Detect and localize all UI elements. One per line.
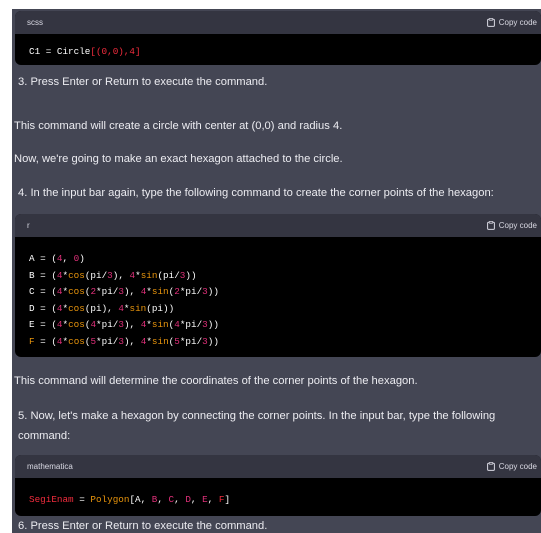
code-token: sin — [129, 302, 147, 314]
circle-explanation: This command will create a circle with c… — [14, 120, 343, 132]
code-token: *pi/ — [179, 335, 203, 347]
code-token: )) — [185, 269, 197, 281]
code-token: B = ( — [29, 269, 57, 281]
code-token: [(0,0),4] — [90, 46, 141, 57]
code-token: , — [207, 494, 219, 505]
copy-code-label: Copy code — [498, 18, 537, 27]
step-6-text: 6. Press Enter or Return to execute the … — [18, 520, 268, 532]
code-token: cos — [68, 335, 85, 347]
code-token: Polygon — [90, 494, 130, 505]
coordinates-explanation: This command will determine the coordina… — [14, 375, 418, 387]
code-line: D = (4*cos(pi), 4*sin(pi)) — [29, 301, 541, 318]
code-token: (pi/ — [84, 269, 108, 281]
code-content: SegiEnam = Polygon[A, B, C, D, E, F] — [15, 478, 541, 509]
copy-code-button[interactable]: Copy code — [486, 462, 541, 471]
code-line: A = (4, 0) — [29, 251, 541, 268]
code-token: *pi/ — [179, 319, 203, 331]
code-token: sin — [151, 286, 169, 298]
code-token: ), — [123, 335, 141, 347]
code-line: F = (4*cos(5*pi/3), 4*sin(5*pi/3)) — [29, 334, 541, 351]
code-token: )) — [207, 319, 219, 331]
code-block-header: r Copy code — [15, 214, 541, 237]
code-language-label: r — [27, 221, 30, 230]
code-token: cos — [68, 286, 85, 298]
copy-code-button[interactable]: Copy code — [486, 221, 541, 230]
code-token: sin — [151, 335, 169, 347]
code-token: *pi/ — [96, 286, 119, 298]
clipboard-icon — [486, 18, 495, 27]
step-3-text: 3. Press Enter or Return to execute the … — [18, 76, 268, 88]
code-token: SegiEnam — [29, 494, 74, 505]
code-token: cos — [68, 302, 85, 314]
code-token: , — [157, 494, 169, 505]
code-token: *pi/ — [179, 286, 203, 298]
code-token: ), — [123, 319, 141, 331]
code-token: ) — [79, 253, 85, 264]
hexagon-intro-text: Now, we're going to make an exact hexago… — [14, 153, 343, 165]
code-token: ] — [224, 494, 231, 505]
code-token: C = ( — [29, 286, 57, 298]
code-line: C1 = Circle[(0,0),4] — [29, 44, 541, 61]
code-line: B = (4*cos(pi/3), 4*sin(pi/3)) — [29, 268, 541, 285]
copy-code-label: Copy code — [498, 462, 537, 471]
step-4-text: 4. In the input bar again, type the foll… — [18, 187, 494, 199]
code-token: E = ( — [29, 319, 57, 331]
code-block-r: r Copy code A = (4, 0) B = (4*cos(pi/3), … — [15, 214, 541, 357]
code-content: A = (4, 0) B = (4*cos(pi/3), 4*sin(pi/3))… — [15, 237, 541, 351]
code-token: (pi/ — [157, 269, 180, 281]
code-token: cos — [68, 319, 85, 331]
code-token: sin — [140, 269, 158, 281]
code-token: = — [73, 494, 91, 505]
code-token: cos — [68, 269, 85, 281]
code-token: , — [174, 494, 186, 505]
code-block-header: mathematica Copy code — [15, 455, 541, 478]
code-block-header: scss Copy code — [15, 11, 541, 34]
code-token: (pi), — [84, 302, 119, 314]
code-token: sin — [151, 319, 169, 331]
clipboard-icon — [486, 462, 495, 471]
code-line: C = (4*cos(2*pi/3), 4*sin(2*pi/3)) — [29, 284, 541, 301]
code-token: ), — [123, 286, 141, 298]
code-token: *pi/ — [96, 335, 119, 347]
code-block-scss: scss Copy code C1 = Circle[(0,0),4] — [15, 11, 541, 65]
step-5-text: 5. Now, let's make a hexagon by connecti… — [18, 410, 496, 442]
code-content: C1 = Circle[(0,0),4] — [15, 34, 541, 61]
code-token: *pi/ — [96, 319, 119, 331]
clipboard-icon — [486, 221, 495, 230]
copy-code-label: Copy code — [498, 221, 537, 230]
code-token: A = ( — [29, 253, 57, 264]
code-token: , — [62, 253, 74, 264]
code-token: D = ( — [29, 302, 57, 314]
code-token: = ( — [34, 335, 57, 347]
code-token: [A, — [129, 494, 152, 505]
code-token: )) — [207, 286, 219, 298]
code-language-label: scss — [27, 18, 43, 27]
code-token: )) — [207, 335, 219, 347]
code-token: , — [190, 494, 203, 505]
code-token: (pi)) — [146, 302, 175, 314]
code-line: E = (4*cos(4*pi/3), 4*sin(4*pi/3)) — [29, 317, 541, 334]
code-language-label: mathematica — [27, 462, 73, 471]
code-line: SegiEnam = Polygon[A, B, C, D, E, F] — [29, 492, 541, 509]
chat-message: scss Copy code C1 = Circle[(0,0),4] 3. P… — [12, 9, 541, 533]
code-token: ), — [112, 269, 130, 281]
code-block-mathematica: mathematica Copy code SegiEnam = Polygon… — [15, 455, 541, 516]
code-token: C1 = Circle — [29, 46, 91, 57]
copy-code-button[interactable]: Copy code — [486, 18, 541, 27]
